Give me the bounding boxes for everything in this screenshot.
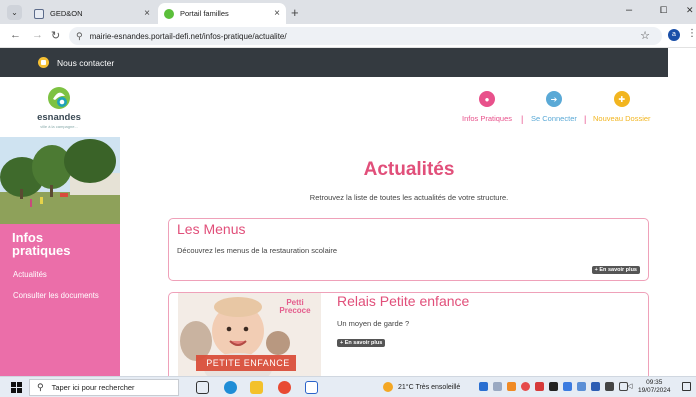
tray-app-icon[interactable] xyxy=(479,382,488,391)
tray-app-icon[interactable] xyxy=(535,382,544,391)
url-bar[interactable]: ⚲ mairie-esnandes.portail-defi.net/infos… xyxy=(69,27,662,45)
clock-date: 19/07/2024 xyxy=(638,387,671,394)
sidebar-item-documents[interactable]: Consulter les documents xyxy=(13,291,99,300)
taskbar-search-placeholder[interactable]: Taper ici pour rechercher xyxy=(52,383,135,392)
nav-separator: | xyxy=(521,114,524,124)
nav-label: Infos Pratiques xyxy=(462,114,513,123)
read-more-button[interactable]: + En savoir plus xyxy=(337,339,386,347)
browser-tab-strip: ⌄ GED&ON × Portail familles × + – ⧠ ✕ xyxy=(0,0,696,24)
forward-arrow-icon[interactable]: → xyxy=(32,29,43,41)
nav-label: Nouveau Dossier xyxy=(593,114,651,123)
chat-icon: ● xyxy=(479,91,496,107)
page-scrollbar[interactable] xyxy=(668,48,696,376)
notifications-icon[interactable] xyxy=(682,382,691,391)
weather-text: 21°C Très ensoleillé xyxy=(398,383,461,391)
nav-nouveau-dossier[interactable]: ✚ Nouveau Dossier xyxy=(593,91,651,123)
card-text: Un moyen de garde ? xyxy=(337,319,410,328)
nav-label: Se Connecter xyxy=(531,114,577,123)
close-tab-icon[interactable]: × xyxy=(274,8,280,19)
back-arrow-icon[interactable]: ← xyxy=(10,29,21,41)
tab-title: GED&ON xyxy=(50,9,83,18)
tray-app-icon[interactable] xyxy=(563,382,572,391)
tray-app-icon[interactable] xyxy=(493,382,502,391)
site-header: esnandes ville à la campagne... ● Infos … xyxy=(0,77,668,137)
taskbar-search[interactable]: ⚲ Taper ici pour rechercher xyxy=(29,379,179,396)
browser-menu-icon[interactable]: ⋮ xyxy=(687,28,696,39)
nav-se-connecter[interactable]: ➔ Se Connecter xyxy=(531,91,577,123)
close-tab-icon[interactable]: × xyxy=(144,8,150,19)
bluetooth-icon[interactable] xyxy=(591,382,600,391)
document-app-icon[interactable] xyxy=(305,381,318,394)
profile-avatar[interactable]: a xyxy=(668,29,680,41)
file-explorer-icon[interactable] xyxy=(250,381,263,394)
esnandes-logo[interactable]: esnandes ville à la campagne... xyxy=(24,85,94,133)
contact-icon[interactable] xyxy=(38,57,49,68)
tray-app-icon[interactable] xyxy=(507,382,516,391)
chrome-icon[interactable] xyxy=(278,381,291,394)
task-view-icon[interactable] xyxy=(196,381,209,394)
tray-app-icon[interactable] xyxy=(549,382,558,391)
logo-name: esnandes xyxy=(37,112,81,123)
sidebar-item-actualites[interactable]: Actualités xyxy=(13,270,47,279)
site-info-icon[interactable]: ⚲ xyxy=(76,31,83,42)
portail-favicon-icon xyxy=(164,8,174,19)
search-icon: ⚲ xyxy=(37,382,44,392)
contact-link[interactable]: Nous contacter xyxy=(57,58,114,68)
logo-tagline: ville à la campagne... xyxy=(40,124,78,129)
nav-infos-pratiques[interactable]: ● Infos Pratiques xyxy=(462,91,512,123)
contact-bar: Nous contacter xyxy=(0,48,668,77)
read-more-button[interactable]: + En savoir plus xyxy=(591,266,640,274)
minimize-button[interactable]: – xyxy=(626,4,632,16)
bookmark-star-icon[interactable]: ☆ xyxy=(640,29,650,42)
sidebar: Infos pratiques Actualités Consulter les… xyxy=(0,137,120,376)
edge-icon[interactable] xyxy=(224,381,237,394)
sun-icon xyxy=(383,382,393,392)
reload-icon[interactable]: ↻ xyxy=(51,29,60,42)
card-text: Découvrez les menus de la restauration s… xyxy=(177,246,338,255)
clock-time: 09:35 xyxy=(646,379,663,386)
news-card-menus[interactable]: Les Menus Découvrez les menus de la rest… xyxy=(168,218,649,281)
plus-icon: ✚ xyxy=(613,91,630,107)
sidebar-title: Infos pratiques xyxy=(12,230,71,258)
page-subtitle: Retrouvez la liste de toutes les actuali… xyxy=(309,193,509,202)
read-more-label: En savoir plus xyxy=(599,267,637,273)
card-title[interactable]: Relais Petite enfance xyxy=(337,293,469,309)
main-content: Actualités Retrouvez la liste de toutes … xyxy=(120,137,668,382)
tab-search-chevron-icon[interactable]: ⌄ xyxy=(7,5,22,20)
browser-tab-portail[interactable]: Portail familles × xyxy=(158,3,286,24)
windows-start-icon[interactable] xyxy=(11,382,22,393)
maximize-button[interactable]: ⧠ xyxy=(660,5,667,16)
weather-widget[interactable]: 21°C Très ensoleillé xyxy=(383,382,460,392)
windows-taskbar: ⚲ Taper ici pour rechercher 21°C Très en… xyxy=(0,376,696,397)
esnandes-logo-mark-icon xyxy=(48,87,70,109)
battery-icon[interactable] xyxy=(605,382,614,391)
address-toolbar: ← → ↻ ⚲ mairie-esnandes.portail-defi.net… xyxy=(0,24,696,48)
page-title: Actualités xyxy=(363,159,455,180)
tray-app-icon[interactable] xyxy=(577,382,586,391)
relais-image-logo: Petti Precoce xyxy=(279,298,311,315)
nav-separator: | xyxy=(584,114,587,124)
new-tab-button[interactable]: + xyxy=(291,5,299,20)
card-title[interactable]: Les Menus xyxy=(177,221,245,237)
relais-thumbnail[interactable]: Petti Precoce PETITE ENFANCE xyxy=(178,293,321,382)
news-card-relais[interactable]: Petti Precoce PETITE ENFANCE Relais Peti… xyxy=(168,292,649,382)
tray-app-icon[interactable] xyxy=(521,382,530,391)
tab-title: Portail familles xyxy=(180,9,229,18)
ged-favicon-icon xyxy=(34,8,44,19)
browser-tab-ged[interactable]: GED&ON × xyxy=(28,3,156,24)
read-more-label: En savoir plus xyxy=(344,340,383,346)
close-window-button[interactable]: ✕ xyxy=(686,5,694,16)
sidebar-photo xyxy=(0,137,120,224)
relais-image-caption: PETITE ENFANCE xyxy=(206,358,290,368)
volume-icon[interactable]: ◁ xyxy=(627,382,636,391)
taskbar-clock[interactable]: 09:35 19/07/2024 xyxy=(638,379,671,395)
url-text[interactable]: mairie-esnandes.portail-defi.net/infos-p… xyxy=(90,32,287,41)
login-icon: ➔ xyxy=(545,91,562,107)
